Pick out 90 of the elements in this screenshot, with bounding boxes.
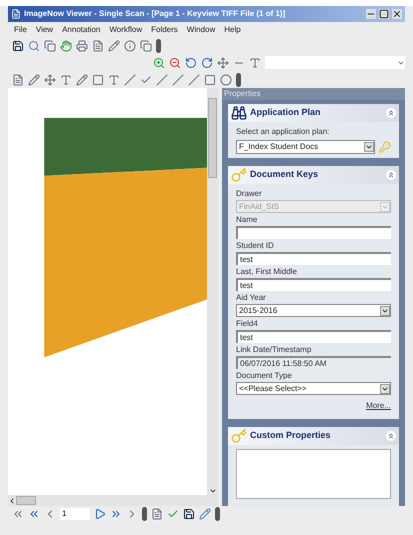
section-header[interactable]: Application Plan	[228, 104, 399, 122]
page-field[interactable]: 1	[60, 508, 90, 520]
horizontal-scrollbar[interactable]	[8, 495, 218, 506]
rotate-left-icon[interactable]	[185, 56, 197, 68]
more-link[interactable]: More...	[366, 400, 391, 412]
zoom-out-icon[interactable]	[169, 56, 181, 68]
field-label: Document Type	[236, 370, 293, 382]
field-label: Name	[236, 214, 258, 226]
check-icon[interactable]	[167, 508, 179, 520]
print-icon[interactable]	[76, 40, 88, 52]
input-field[interactable]: test	[236, 278, 391, 291]
hand-icon[interactable]	[60, 40, 72, 52]
previous-icon[interactable]	[28, 508, 40, 520]
collapse-icon[interactable]	[386, 108, 396, 118]
text-box-icon[interactable]	[60, 74, 72, 86]
note-icon[interactable]	[12, 74, 24, 86]
search-icon[interactable]	[28, 40, 40, 52]
rectangle-icon[interactable]	[204, 74, 216, 86]
field-label: Aid Year	[236, 292, 267, 304]
section-title: Document Keys	[250, 168, 318, 182]
pages-icon[interactable]	[140, 40, 152, 52]
field-value: 2015-2016	[239, 306, 278, 314]
key-icon	[231, 428, 247, 444]
field-value: <<Please Select>>	[239, 384, 307, 392]
zoom-in-icon[interactable]	[153, 56, 165, 68]
ellipse-icon[interactable]	[220, 74, 232, 86]
field-label: Last, First Middle	[236, 266, 298, 278]
collapse-icon[interactable]	[386, 170, 396, 180]
pencil-icon[interactable]	[199, 508, 211, 520]
menu-item[interactable]: View	[36, 24, 54, 36]
field-value: test	[240, 334, 253, 342]
key-icon	[231, 167, 247, 183]
toolbar-handle[interactable]	[142, 507, 147, 521]
first-page-icon[interactable]	[12, 508, 24, 520]
text-icon[interactable]	[249, 56, 261, 68]
last-page-icon[interactable]	[110, 508, 122, 520]
menu-item[interactable]: Help	[224, 24, 241, 36]
section-title: Custom Properties	[250, 429, 331, 442]
page-number: 1	[62, 508, 66, 520]
save-icon[interactable]	[183, 508, 195, 520]
section-header[interactable]: Document Keys	[228, 166, 399, 184]
scroll-down-icon[interactable]	[208, 487, 216, 495]
input-field[interactable]: test	[236, 252, 391, 265]
toolbar-handle[interactable]	[236, 72, 241, 86]
menu-item[interactable]: File	[14, 24, 27, 36]
scroll-left-icon[interactable]	[8, 496, 16, 504]
check-icon[interactable]	[140, 74, 152, 86]
toolbar-handle[interactable]	[215, 507, 220, 521]
text-icon[interactable]	[108, 74, 120, 86]
scrollbar-thumb[interactable]	[16, 496, 36, 505]
menu-item[interactable]: Folders	[151, 24, 178, 36]
section-header[interactable]: Custom Properties	[228, 427, 399, 445]
next-icon[interactable]	[94, 508, 106, 520]
field-value: test	[240, 256, 253, 264]
move-icon[interactable]	[44, 74, 56, 86]
menu-item[interactable]: Workflow	[109, 24, 142, 36]
close-icon[interactable]	[392, 9, 402, 19]
scrollbar-thumb[interactable]	[208, 98, 217, 178]
dropdown-field[interactable]: <<Please Select>>	[236, 382, 391, 395]
menu-item[interactable]: Annotation	[62, 24, 100, 36]
toolbar-handle[interactable]	[156, 38, 161, 52]
binoculars-icon	[231, 105, 247, 121]
line-icon[interactable]	[124, 74, 136, 86]
field-label: Student ID	[236, 240, 275, 252]
document-icon[interactable]	[92, 40, 104, 52]
field-label: Drawer	[236, 188, 263, 200]
dropdown-field[interactable]: 2015-2016	[236, 304, 391, 317]
vertical-scrollbar[interactable]	[207, 88, 218, 495]
panel-title: Properties	[222, 88, 405, 100]
app-icon	[11, 9, 21, 19]
window-title: ImageNow Viewer - Single Scan - [Page 1 - Keyview TIFF File (1 of 1)]	[24, 8, 286, 20]
section-title: Application Plan	[250, 106, 321, 120]
rotate-right-icon[interactable]	[201, 56, 213, 68]
save-icon[interactable]	[12, 40, 24, 52]
menu-item[interactable]: Window	[186, 24, 216, 36]
pencil-icon[interactable]	[108, 40, 120, 52]
field-value: 06/07/2016 11:58:50 AM	[240, 360, 327, 368]
collapse-icon[interactable]	[386, 431, 396, 441]
dropdown-field[interactable]: F_Index Student Docs	[236, 140, 375, 154]
field-label: Link Date/Timestamp	[236, 344, 312, 356]
note-icon[interactable]	[151, 508, 163, 520]
field-label: Select an application plan:	[236, 126, 330, 138]
info-icon[interactable]	[124, 40, 136, 52]
input-field[interactable]: test	[236, 330, 391, 343]
minimize-icon[interactable]	[366, 9, 376, 19]
field-value: test	[240, 282, 253, 290]
field-value: F_Index Student Docs	[239, 141, 318, 153]
input-field[interactable]	[236, 226, 391, 239]
maximize-icon[interactable]	[379, 9, 389, 19]
field-label: Field4	[236, 318, 259, 330]
